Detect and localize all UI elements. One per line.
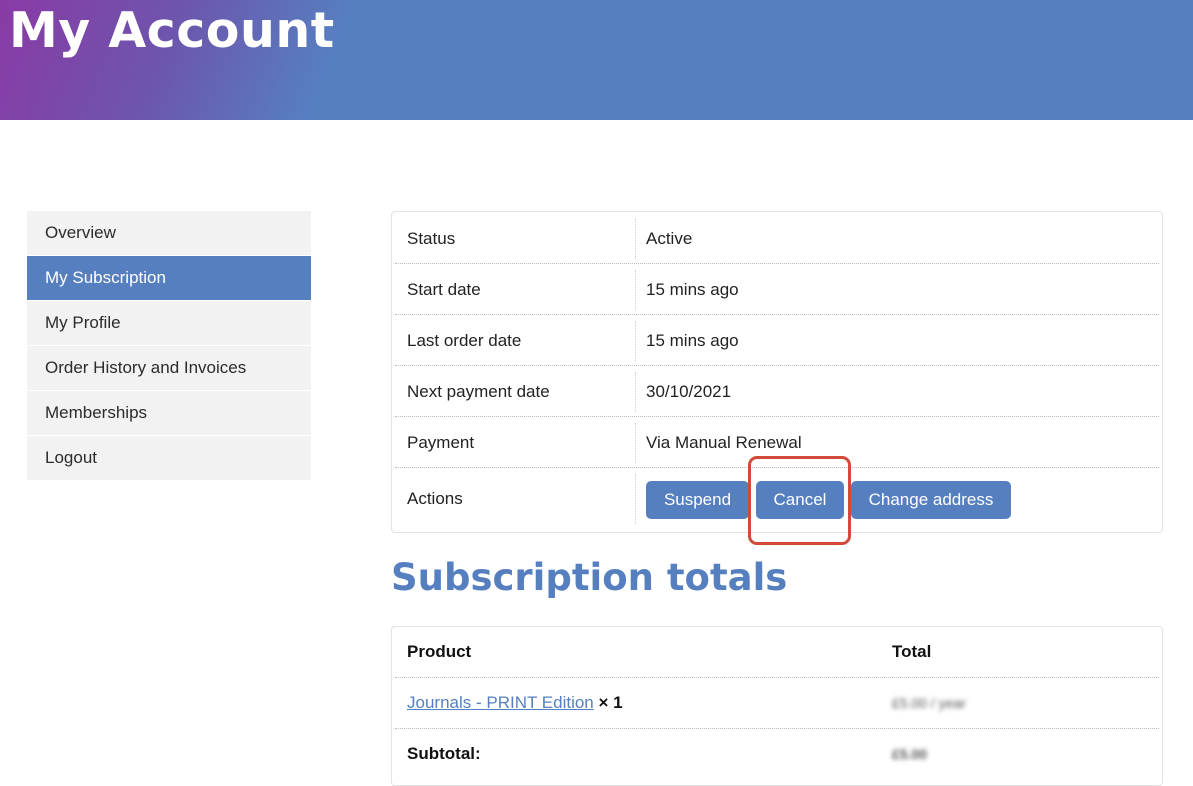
subscription-totals-heading: Subscription totals [391, 556, 788, 599]
product-link[interactable]: Journals - PRINT Edition [407, 693, 594, 712]
product-quantity: × 1 [598, 693, 623, 712]
sidebar-item-my-profile[interactable]: My Profile [27, 301, 311, 346]
row-label: Status [407, 229, 456, 248]
next-payment-date-value: 30/10/2021 [646, 382, 732, 401]
status-value: Active [646, 229, 693, 248]
page-header: My Account [0, 0, 1193, 120]
column-divider [635, 372, 636, 412]
payment-method-value: Via Manual Renewal [646, 433, 802, 452]
last-order-date-value: 15 mins ago [646, 331, 739, 350]
row-label: Next payment date [407, 382, 550, 401]
row-label: Last order date [407, 331, 522, 350]
table-row: Next payment date 30/10/2021 [395, 368, 1159, 417]
sidebar-item-memberships[interactable]: Memberships [27, 391, 311, 436]
column-divider [635, 321, 636, 361]
row-label: Start date [407, 280, 481, 299]
account-sidebar: Overview My Subscription My Profile Orde… [27, 211, 311, 480]
table-row: Last order date 15 mins ago [395, 317, 1159, 366]
sidebar-item-logout[interactable]: Logout [27, 436, 311, 480]
table-row: Status Active [395, 215, 1159, 264]
subtotal-value: £5.00 [892, 746, 928, 762]
table-row: Subtotal: £5.00 [395, 729, 1159, 779]
sidebar-item-overview[interactable]: Overview [27, 211, 311, 256]
column-divider [635, 423, 636, 463]
start-date-value: 15 mins ago [646, 280, 739, 299]
table-header-row: Product Total [395, 627, 1159, 678]
sidebar-item-my-subscription[interactable]: My Subscription [27, 256, 311, 301]
cancel-button[interactable]: Cancel [756, 481, 844, 519]
column-divider [635, 474, 636, 524]
sidebar-item-order-history[interactable]: Order History and Invoices [27, 346, 311, 391]
column-header-product: Product [407, 642, 472, 661]
table-row: Start date 15 mins ago [395, 266, 1159, 315]
subscription-totals-table: Product Total Journals - PRINT Edition ×… [391, 626, 1163, 786]
product-cell: Journals - PRINT Edition × 1 [407, 678, 623, 728]
product-total-value: £5.00 / year [892, 695, 966, 711]
column-divider [635, 270, 636, 310]
suspend-button[interactable]: Suspend [646, 481, 749, 519]
change-address-button[interactable]: Change address [851, 481, 1011, 519]
table-row: Journals - PRINT Edition × 1 £5.00 / yea… [395, 678, 1159, 729]
column-header-total: Total [892, 642, 932, 661]
page-title: My Account [9, 2, 335, 59]
column-divider [635, 219, 636, 259]
table-row: Payment Via Manual Renewal [395, 419, 1159, 468]
row-label: Actions [407, 489, 463, 508]
subtotal-label: Subtotal: [407, 744, 481, 763]
row-label: Payment [407, 433, 475, 452]
